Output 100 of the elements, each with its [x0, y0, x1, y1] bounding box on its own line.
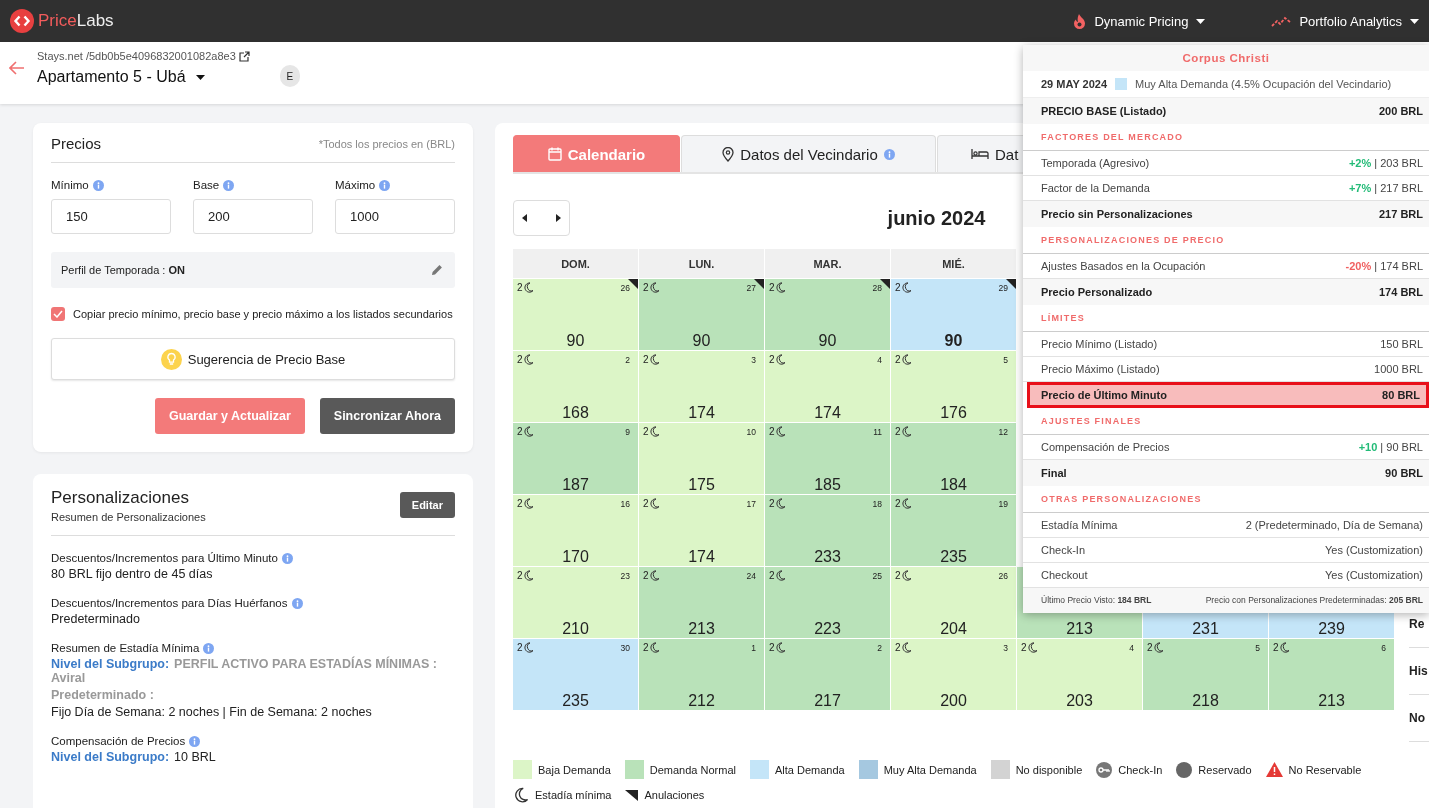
back-arrow-icon[interactable]	[9, 61, 25, 75]
moon-icon	[522, 498, 534, 509]
calendar-day-cell[interactable]: 2 11 185	[765, 423, 890, 494]
nav-menu[interactable]: Portfolio Analytics	[1271, 13, 1419, 29]
row-label: Precio Mínimo (Listado)	[1041, 338, 1158, 350]
info-icon[interactable]	[189, 735, 201, 747]
price-text: 170	[561, 548, 590, 566]
logo-icon[interactable]	[10, 9, 34, 33]
price-text: 213	[1065, 620, 1094, 638]
brand-name[interactable]: PriceLabs	[38, 11, 114, 31]
edit-button[interactable]: Editar	[399, 492, 455, 518]
moon-icon	[648, 642, 660, 653]
info-icon[interactable]	[223, 179, 235, 191]
price-text: 90	[691, 332, 712, 350]
calendar-day-cell[interactable]: 2 28 90	[765, 279, 890, 350]
nav-menu[interactable]: Dynamic Pricing	[1073, 13, 1206, 29]
min-stay-text: 2	[895, 354, 901, 365]
calendar-day-cell[interactable]: 2 1 212	[639, 639, 764, 710]
info-icon[interactable]	[281, 552, 293, 564]
calendar-day-cell[interactable]: 2 18 233	[765, 495, 890, 566]
calendar-day-cell[interactable]: 2 10 175	[639, 423, 764, 494]
calendar-day-cell[interactable]: 2 24 213	[639, 567, 764, 638]
calendar-day-cell[interactable]: 2 2 168	[513, 351, 638, 422]
price-text: 239	[1317, 620, 1346, 638]
min-stay-text: 2	[895, 282, 901, 293]
price-input[interactable]: 200	[193, 199, 313, 234]
calendar-day-cell[interactable]: 2 19 235	[891, 495, 1016, 566]
calendar-day-cell[interactable]: 2 4 203	[1017, 639, 1142, 710]
calendar-day-cell[interactable]: 2 5 176	[891, 351, 1016, 422]
min-stay-text: 2	[517, 570, 523, 581]
user-badge: E	[279, 65, 300, 87]
calendar-day-cell[interactable]: 2 17 174	[639, 495, 764, 566]
section-heading: AJUSTES FINALES	[1041, 416, 1142, 426]
footer-text: Precio con Personalizaciones Predeterminadas: 205 BRL	[1205, 595, 1423, 605]
calendar-day-cell[interactable]: 2 25 223	[765, 567, 890, 638]
moon-icon	[900, 642, 912, 653]
moon-icon	[648, 282, 660, 293]
info-icon[interactable]	[379, 179, 391, 191]
row-label: Checkout	[1041, 569, 1088, 581]
day-number: 25	[872, 571, 882, 581]
price-text: 187	[561, 476, 590, 494]
calendar-day-cell[interactable]: 2 12 184	[891, 423, 1016, 494]
day-number: 24	[746, 571, 756, 581]
min-stay-text: 2	[517, 354, 523, 365]
day-number: 30	[620, 643, 630, 653]
caret-icon	[195, 74, 205, 80]
price-input[interactable]: 150	[51, 199, 171, 234]
calendar-day-cell[interactable]: 2 29 90	[891, 279, 1016, 350]
calendar-day-cell[interactable]: 2 4 174	[765, 351, 890, 422]
price-text: 90	[817, 332, 838, 350]
info-icon[interactable]	[291, 597, 303, 609]
calendar-day-cell[interactable]: 2 6 213	[1269, 639, 1394, 710]
external-link-icon[interactable]	[238, 50, 250, 62]
pencil-icon[interactable]	[431, 264, 443, 276]
day-number: 3	[751, 355, 756, 365]
checkbox[interactable]	[51, 307, 65, 321]
legend-label: No disponible	[1015, 763, 1083, 776]
calendar-day-cell[interactable]: 2 23 210	[513, 567, 638, 638]
price-text: 204	[939, 620, 968, 638]
listing-selector[interactable]: Apartamento 5 - Ubá	[37, 68, 205, 86]
price-text: 235	[939, 548, 968, 566]
min-stay-text: 2	[895, 498, 901, 509]
listing-source[interactable]: Stays.net /5db0b5e4096832001082a8e3	[37, 50, 236, 62]
calendar-day-cell[interactable]: 2 2 217	[765, 639, 890, 710]
field-label: Mínimo	[51, 179, 89, 191]
price-input[interactable]: 1000	[335, 199, 455, 234]
day-number: 11	[873, 427, 882, 437]
info-icon[interactable]	[883, 148, 895, 160]
min-stay-text: 2	[1147, 642, 1153, 653]
currency-note: *Todos los precios en (BRL)	[318, 137, 455, 150]
row-value: Yes (Customization)	[1324, 544, 1423, 556]
sync-button[interactable]: Sincronizar Ahora	[319, 398, 455, 434]
price-text: 233	[813, 548, 842, 566]
suggestion-button[interactable]: Sugerencia de Precio Base	[51, 338, 455, 380]
calendar-day-cell[interactable]: 2 3 174	[639, 351, 764, 422]
tab[interactable]: Datos del Vecindario	[681, 135, 936, 172]
calendar-day-cell[interactable]: 2 5 218	[1143, 639, 1268, 710]
moon-icon	[1026, 642, 1038, 653]
info-icon[interactable]	[92, 179, 104, 191]
corner-triangle-icon	[625, 789, 639, 801]
calendar-day-cell[interactable]: 2 30 235	[513, 639, 638, 710]
calendar-day-cell[interactable]: 2 26 204	[891, 567, 1016, 638]
price-text: 174	[687, 404, 716, 422]
min-stay-text: 2	[643, 282, 649, 293]
side-menu-item[interactable]: His	[1409, 648, 1429, 695]
calendar-day-cell[interactable]: 2 26 90	[513, 279, 638, 350]
moon-icon	[774, 354, 786, 365]
calendar-day-cell[interactable]: 2 3 200	[891, 639, 1016, 710]
side-menu-item[interactable]: No	[1409, 695, 1429, 742]
calendar-day-cell[interactable]: 2 9 187	[513, 423, 638, 494]
day-number: 27	[746, 283, 756, 293]
legend-label: Estadía mínima	[535, 789, 612, 801]
info-icon[interactable]	[203, 642, 215, 654]
row-label: Check-In	[1041, 544, 1086, 556]
legend-label: Reservado	[1198, 763, 1252, 776]
section-heading: PERSONALIZACIONES DE PRECIO	[1041, 235, 1225, 245]
calendar-day-cell[interactable]: 2 27 90	[639, 279, 764, 350]
min-stay-text: 2	[517, 282, 523, 293]
calendar-day-cell[interactable]: 2 16 170	[513, 495, 638, 566]
left-arrow-icon	[522, 214, 527, 222]
